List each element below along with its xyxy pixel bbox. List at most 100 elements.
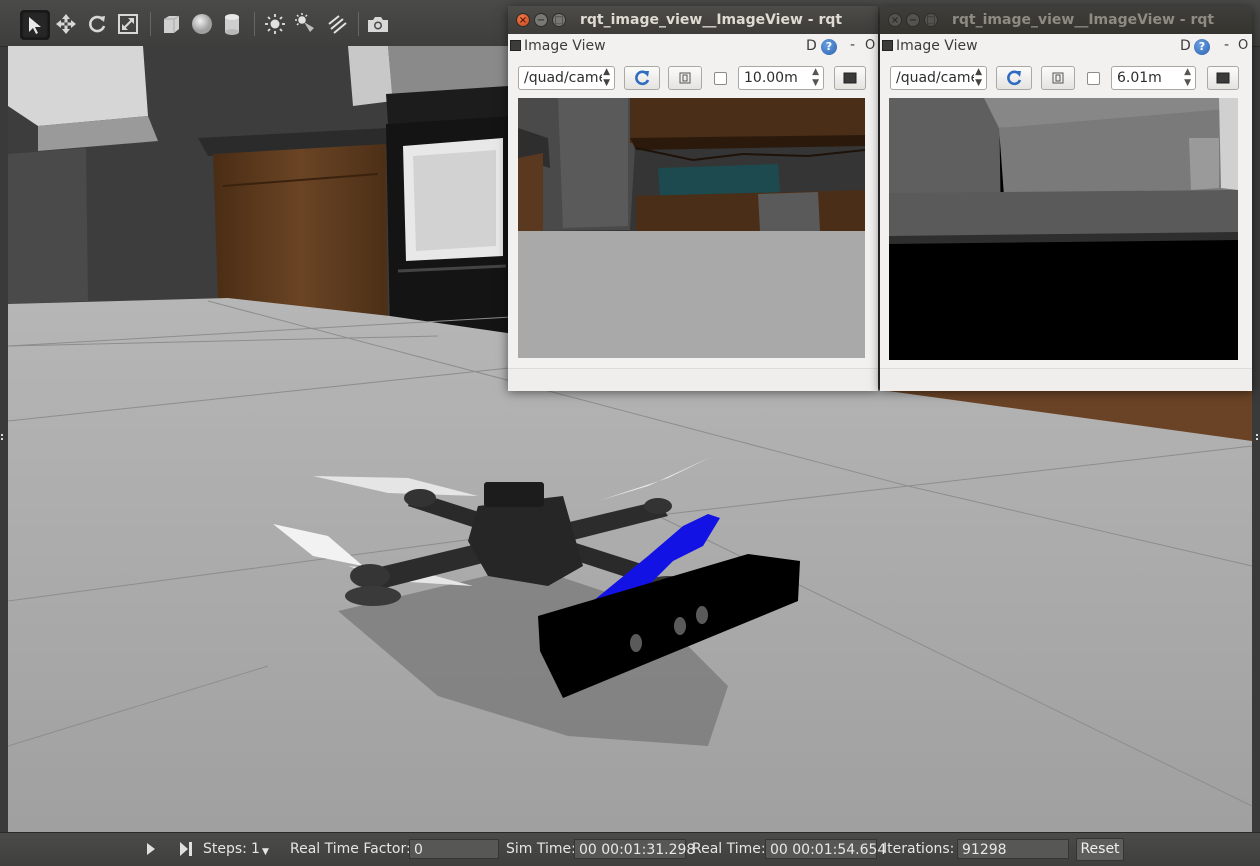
zoom-fit-button[interactable] xyxy=(1041,66,1075,90)
dock-icon xyxy=(510,40,521,51)
point-light-icon xyxy=(265,14,285,34)
spot-light-button[interactable] xyxy=(292,10,320,38)
refresh-icon xyxy=(1007,70,1022,86)
reset-button[interactable]: Reset xyxy=(1076,838,1124,861)
topic-select[interactable]: /quad/came ▲ ▼ xyxy=(518,66,615,90)
help-icon[interactable]: ? xyxy=(821,39,837,55)
dock-icon xyxy=(882,40,893,51)
zoom-fit-icon xyxy=(1052,72,1064,84)
image-view-controls: /quad/came ▲ ▼ 6.01m ▲ ▼ xyxy=(880,64,1252,92)
right-panel-handle[interactable] xyxy=(1254,428,1260,440)
window-status-strip xyxy=(880,368,1252,391)
refresh-topics-button[interactable] xyxy=(624,66,660,90)
window-titlebar[interactable]: × − □ rqt_image_view__ImageView - rqt xyxy=(880,6,1252,34)
left-panel-handle[interactable] xyxy=(0,428,6,440)
save-image-icon xyxy=(843,72,857,84)
dock-widget-bar: Image View D ? - O xyxy=(508,34,878,58)
directional-light-icon xyxy=(328,15,347,34)
refresh-icon xyxy=(635,70,650,86)
translate-tool-button[interactable] xyxy=(52,10,80,38)
image-view-controls: /quad/came ▲ ▼ 10.00m ▲ ▼ xyxy=(508,64,878,92)
directional-light-button[interactable] xyxy=(323,10,351,38)
dock-minimize-button[interactable]: - xyxy=(850,37,855,53)
iterations-label: Iterations: xyxy=(883,841,955,857)
toolbar-separator xyxy=(254,12,255,36)
spin-arrows-icon: ▲ ▼ xyxy=(1184,67,1191,88)
dock-detach-button[interactable]: D xyxy=(1180,38,1191,54)
window-maximize-button[interactable]: □ xyxy=(552,13,566,27)
play-icon xyxy=(147,843,155,855)
box-shape-button[interactable] xyxy=(157,10,185,38)
lower-cabinet xyxy=(213,144,388,316)
dock-detach-button[interactable]: D xyxy=(806,38,817,54)
toolbar-separator xyxy=(358,12,359,36)
camera-icon xyxy=(368,17,388,32)
window-status-strip xyxy=(508,368,878,391)
steps-dropdown-icon[interactable]: ▼ xyxy=(262,843,269,862)
zoom-fit-icon xyxy=(679,72,691,84)
real-time-label: Real Time: xyxy=(692,841,766,857)
topic-select[interactable]: /quad/came ▲ ▼ xyxy=(890,66,987,90)
scale-icon xyxy=(118,14,138,34)
play-button[interactable] xyxy=(145,842,157,860)
rotate-tool-button[interactable] xyxy=(83,10,111,38)
rtf-label: Real Time Factor: xyxy=(290,841,411,857)
save-image-button[interactable] xyxy=(1207,66,1239,90)
window-maximize-button[interactable]: □ xyxy=(924,13,938,27)
screenshot-button[interactable] xyxy=(364,10,392,38)
save-image-icon xyxy=(1216,72,1230,84)
select-tool-button[interactable] xyxy=(20,10,50,40)
window-close-button[interactable]: × xyxy=(516,13,530,27)
camera-depth-image xyxy=(889,98,1238,360)
window-title: rqt_image_view__ImageView - rqt xyxy=(952,12,1215,28)
steps-value[interactable]: 1 xyxy=(251,840,260,859)
window-close-button[interactable]: × xyxy=(888,13,902,27)
sphere-shape-button[interactable] xyxy=(188,10,216,38)
rotate-icon xyxy=(89,15,106,33)
max-range-spinbox[interactable]: 10.00m ▲ ▼ xyxy=(738,66,824,90)
window-minimize-button[interactable]: − xyxy=(906,13,920,27)
cylinder-icon xyxy=(225,14,239,35)
arrow-cursor-icon xyxy=(29,17,41,34)
iterations-value: 91298 xyxy=(957,839,1069,859)
wall-cabinet xyxy=(8,46,148,126)
dock-minimize-button[interactable]: - xyxy=(1224,37,1229,53)
rqt-image-view-window-1[interactable]: × − □ rqt_image_view__ImageView - rqt Im… xyxy=(508,6,878,391)
move-arrows-icon xyxy=(56,14,76,34)
window-title: rqt_image_view__ImageView - rqt xyxy=(580,12,843,28)
steps-label: Steps: xyxy=(203,841,247,857)
help-icon[interactable]: ? xyxy=(1194,39,1210,55)
sim-time-label: Sim Time: xyxy=(506,841,576,857)
window-minimize-button[interactable]: − xyxy=(534,13,548,27)
window-titlebar[interactable]: × − □ rqt_image_view__ImageView - rqt xyxy=(508,6,878,34)
left-wall-shadow xyxy=(8,148,88,304)
rtf-value: 0 xyxy=(409,839,499,859)
chevron-updown-icon: ▲ ▼ xyxy=(603,67,610,88)
step-forward-icon xyxy=(180,842,192,856)
zoom-fit-button[interactable] xyxy=(668,66,702,90)
max-range-spinbox[interactable]: 6.01m ▲ ▼ xyxy=(1111,66,1196,90)
real-time-value: 00 00:01:54.654 xyxy=(765,839,886,859)
simulation-statusbar: Steps: 1 ▼ Real Time Factor: 0 Sim Time:… xyxy=(0,832,1260,866)
dynamic-range-checkbox[interactable] xyxy=(1087,72,1100,85)
point-light-button[interactable] xyxy=(261,10,289,38)
scale-tool-button[interactable] xyxy=(114,10,142,38)
dynamic-range-checkbox[interactable] xyxy=(714,72,727,85)
rqt-image-view-window-2[interactable]: × − □ rqt_image_view__ImageView - rqt Im… xyxy=(880,6,1252,391)
sphere-icon xyxy=(192,14,212,34)
sim-time-value: 00 00:01:31.298 xyxy=(574,839,695,859)
dock-close-button[interactable]: O xyxy=(1238,38,1248,53)
dock-close-button[interactable]: O xyxy=(865,38,875,53)
toolbar-separator xyxy=(150,12,151,36)
dock-title: Image View xyxy=(896,38,978,54)
step-button[interactable] xyxy=(178,841,194,861)
camera-rgb-image xyxy=(518,98,865,358)
dock-widget-bar: Image View D ? - O xyxy=(880,34,1252,58)
cylinder-shape-button[interactable] xyxy=(218,10,246,38)
spot-light-icon xyxy=(295,13,314,32)
box-icon xyxy=(164,15,180,33)
dock-title: Image View xyxy=(524,38,606,54)
refresh-topics-button[interactable] xyxy=(996,66,1032,90)
spin-arrows-icon: ▲ ▼ xyxy=(812,67,819,88)
save-image-button[interactable] xyxy=(834,66,866,90)
